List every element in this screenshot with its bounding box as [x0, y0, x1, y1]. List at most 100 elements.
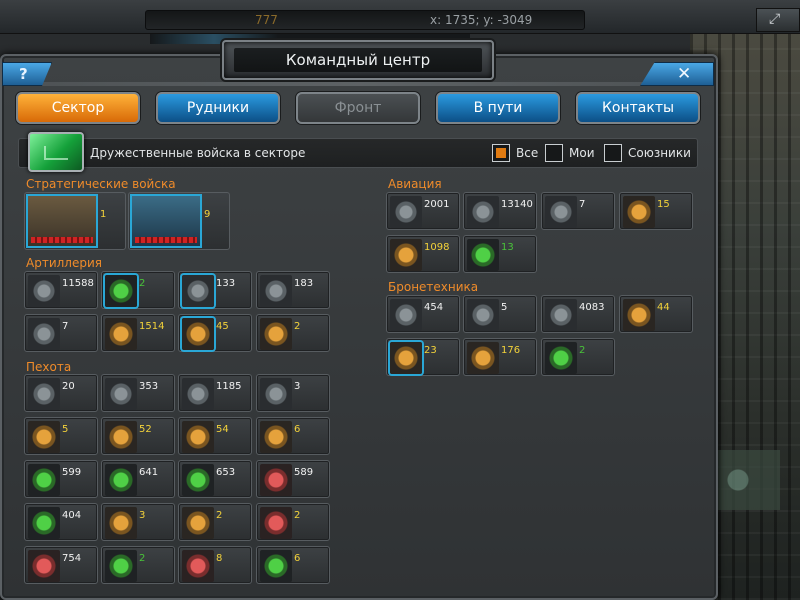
- filter-all-checkbox[interactable]: [492, 144, 510, 162]
- infantry-unit[interactable]: 6: [256, 546, 330, 584]
- unit-count: 1514: [139, 321, 165, 332]
- unit-count: 3: [139, 510, 146, 521]
- infantry-unit[interactable]: 404: [24, 503, 98, 541]
- unit-count: 54: [216, 424, 229, 435]
- unit-count: 653: [216, 467, 236, 478]
- expand-icon: ⤢: [769, 11, 781, 27]
- aviation-unit[interactable]: 7: [541, 192, 615, 230]
- infantry-unit[interactable]: 8: [178, 546, 252, 584]
- infantry-unit[interactable]: 2: [256, 503, 330, 541]
- artillery-unit[interactable]: 1514: [101, 314, 175, 352]
- unit-count: 404: [62, 510, 82, 521]
- unit-count: 2: [294, 321, 301, 332]
- aviation-unit[interactable]: 13: [463, 235, 537, 273]
- infantry-unit[interactable]: 589: [256, 460, 330, 498]
- unit-count: 2001: [424, 199, 450, 210]
- unit-count: 599: [62, 467, 82, 478]
- game-screen: 777 x: 1735; y: -3049 ⤢ ? ✕ Командный це…: [0, 0, 800, 600]
- unit-count: 4083: [579, 302, 605, 313]
- unit-count: 2: [139, 553, 146, 564]
- section-aviation: Авиация: [388, 177, 442, 191]
- artillery-unit[interactable]: 45: [178, 314, 252, 352]
- unit-count: 20: [62, 381, 75, 392]
- unit-count: 45: [216, 321, 229, 332]
- infantry-unit[interactable]: 3: [101, 503, 175, 541]
- unit-count: 2: [139, 278, 146, 289]
- infantry-unit[interactable]: 5: [24, 417, 98, 455]
- help-icon: ?: [19, 65, 28, 83]
- artillery-unit[interactable]: 11588: [24, 271, 98, 309]
- unit-count: 9: [204, 209, 211, 220]
- unit-count: 589: [294, 467, 314, 478]
- artillery-unit[interactable]: 7: [24, 314, 98, 352]
- section-strategic: Стратегические войска: [26, 177, 176, 191]
- unit-count: 7: [579, 199, 586, 210]
- expand-button[interactable]: ⤢: [756, 8, 800, 32]
- infantry-unit[interactable]: 3: [256, 374, 330, 412]
- unit-count: 2: [579, 345, 586, 356]
- infantry-unit[interactable]: 1185: [178, 374, 252, 412]
- aviation-unit[interactable]: 15: [619, 192, 693, 230]
- infantry-unit[interactable]: 54: [178, 417, 252, 455]
- top-bar: 777 x: 1735; y: -3049 ⤢: [0, 0, 800, 34]
- infantry-unit[interactable]: 641: [101, 460, 175, 498]
- coordinates-readout: x: 1735; y: -3049: [430, 13, 533, 27]
- aviation-unit[interactable]: 2001: [386, 192, 460, 230]
- aviation-unit[interactable]: 1098: [386, 235, 460, 273]
- infantry-unit[interactable]: 2: [101, 546, 175, 584]
- unit-count: 11588: [62, 278, 94, 289]
- tab-in-transit[interactable]: В пути: [436, 92, 560, 124]
- armor-unit[interactable]: 23: [386, 338, 460, 376]
- unit-count: 5: [62, 424, 69, 435]
- unit-count: 13140: [501, 199, 533, 210]
- unit-count: 176: [501, 345, 521, 356]
- close-icon: ✕: [677, 64, 692, 84]
- tab-contacts[interactable]: Контакты: [576, 92, 700, 124]
- unit-count: 23: [424, 345, 437, 356]
- unit-count: 5: [501, 302, 508, 313]
- unit-count: 2: [294, 510, 301, 521]
- section-infantry: Пехота: [26, 360, 72, 374]
- filter-mine-checkbox[interactable]: [545, 144, 563, 162]
- infantry-unit[interactable]: 353: [101, 374, 175, 412]
- infantry-unit[interactable]: 6: [256, 417, 330, 455]
- armor-unit[interactable]: 176: [463, 338, 537, 376]
- unit-count: 2: [216, 510, 223, 521]
- unit-count: 44: [657, 302, 670, 313]
- strategic-unit-image: [28, 196, 96, 246]
- window-title-plate: Командный центр: [222, 40, 494, 80]
- infantry-unit[interactable]: 653: [178, 460, 252, 498]
- armor-unit[interactable]: 44: [619, 295, 693, 333]
- filter-mine-label: Мои: [569, 146, 595, 160]
- infantry-unit[interactable]: 2: [178, 503, 252, 541]
- unit-count: 6: [294, 553, 301, 564]
- unit-count: 1185: [216, 381, 242, 392]
- infantry-unit[interactable]: 20: [24, 374, 98, 412]
- unit-count: 3: [294, 381, 301, 392]
- unit-count: 1: [100, 209, 107, 220]
- filter-allies-checkbox[interactable]: [604, 144, 622, 162]
- armor-unit[interactable]: 5: [463, 295, 537, 333]
- infantry-unit[interactable]: 52: [101, 417, 175, 455]
- artillery-unit[interactable]: 2: [101, 271, 175, 309]
- unit-count: 52: [139, 424, 152, 435]
- unit-count: 7: [62, 321, 69, 332]
- strategic-unit-2[interactable]: 9: [128, 192, 230, 250]
- resource-value: 777: [255, 13, 278, 27]
- strategic-unit-1[interactable]: 1: [24, 192, 126, 250]
- artillery-unit[interactable]: 183: [256, 271, 330, 309]
- armor-unit[interactable]: 4083: [541, 295, 615, 333]
- armor-unit[interactable]: 454: [386, 295, 460, 333]
- artillery-unit[interactable]: 133: [178, 271, 252, 309]
- artillery-unit[interactable]: 2: [256, 314, 330, 352]
- tab-front[interactable]: Фронт: [296, 92, 420, 124]
- tab-sector[interactable]: Сектор: [16, 92, 140, 124]
- armor-unit[interactable]: 2: [541, 338, 615, 376]
- aviation-unit[interactable]: 13140: [463, 192, 537, 230]
- infantry-unit[interactable]: 599: [24, 460, 98, 498]
- infantry-unit[interactable]: 754: [24, 546, 98, 584]
- unit-count: 8: [216, 553, 223, 564]
- unit-count: 454: [424, 302, 444, 313]
- tab-mines[interactable]: Рудники: [156, 92, 280, 124]
- unit-count: 1098: [424, 242, 450, 253]
